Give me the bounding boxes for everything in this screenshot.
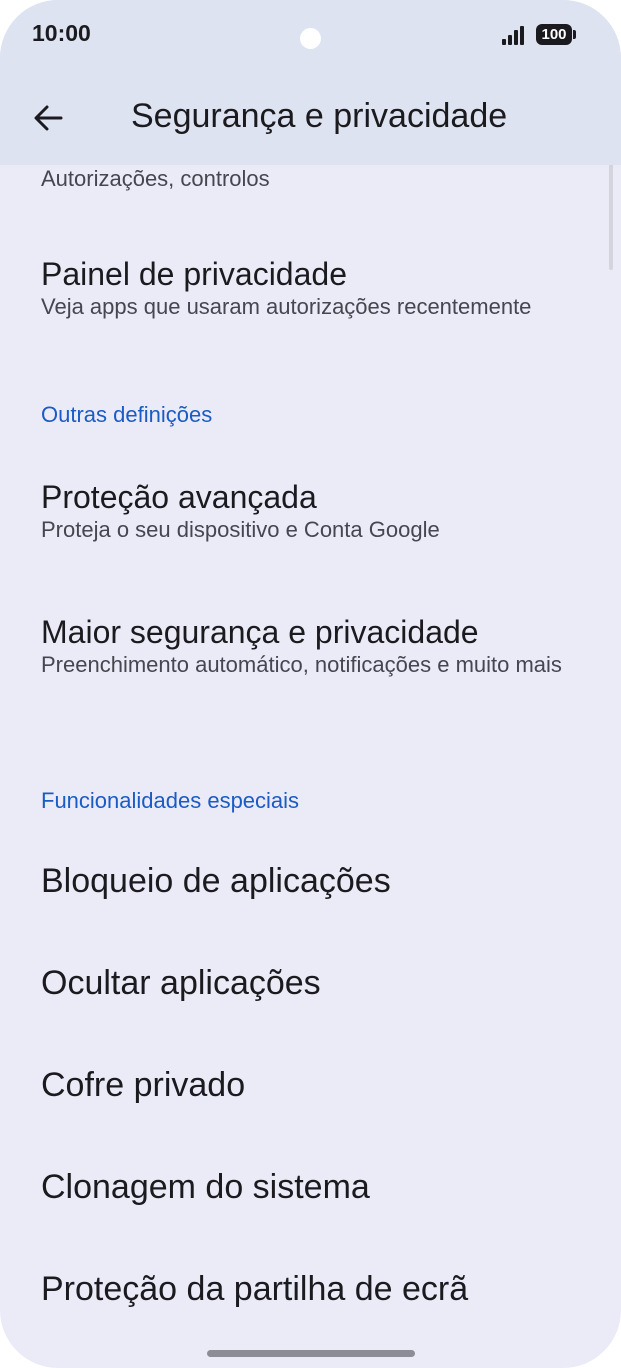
item-subtitle: Preenchimento automático, notificações e… — [41, 652, 562, 677]
item-title: Proteção avançada — [41, 479, 317, 515]
app-bar: Segurança e privacidade — [0, 72, 621, 165]
battery-tip — [573, 30, 576, 39]
list-item-screen-share-protection[interactable]: Proteção da partilha de ecrã — [41, 1270, 468, 1309]
status-time: 10:00 — [32, 20, 91, 46]
back-button[interactable] — [22, 92, 74, 144]
item-subtitle: Autorizações, controlos — [41, 166, 270, 191]
settings-list[interactable]: Autorizações, controlos Painel de privac… — [0, 165, 621, 1368]
item-title: Maior segurança e privacidade — [41, 614, 479, 650]
list-item-app-lock[interactable]: Bloqueio de aplicações — [41, 862, 391, 901]
list-item-private-safe[interactable]: Cofre privado — [41, 1066, 245, 1105]
item-title: Painel de privacidade — [41, 256, 347, 292]
section-header-special-features: Funcionalidades especiais — [41, 788, 300, 813]
list-item-advanced-protection[interactable]: Proteção avançada Proteja o seu disposit… — [41, 478, 601, 544]
gesture-home-bar[interactable] — [207, 1350, 415, 1357]
list-item-more-security[interactable]: Maior segurança e privacidade Preenchime… — [41, 613, 601, 679]
list-item-permissions[interactable]: Autorizações, controlos — [41, 165, 601, 193]
list-item-system-clone[interactable]: Clonagem do sistema — [41, 1168, 370, 1207]
signal-icon — [502, 26, 524, 45]
item-subtitle: Veja apps que usaram autorizações recent… — [41, 294, 532, 319]
item-subtitle: Proteja o seu dispositivo e Conta Google — [41, 517, 440, 542]
scrollbar[interactable] — [609, 165, 613, 270]
arrow-back-icon — [34, 105, 63, 131]
battery-icon: 100 — [536, 24, 572, 45]
phone-screen: 10:00 100 Segurança e privacidade Autori… — [0, 0, 621, 1368]
page-title: Segurança e privacidade — [131, 97, 508, 135]
camera-cutout — [300, 28, 321, 49]
section-header-other-settings: Outras definições — [41, 402, 213, 427]
list-item-privacy-dashboard[interactable]: Painel de privacidade Veja apps que usar… — [41, 255, 601, 321]
list-item-hide-apps[interactable]: Ocultar aplicações — [41, 964, 321, 1003]
status-bar: 10:00 100 — [0, 0, 621, 72]
